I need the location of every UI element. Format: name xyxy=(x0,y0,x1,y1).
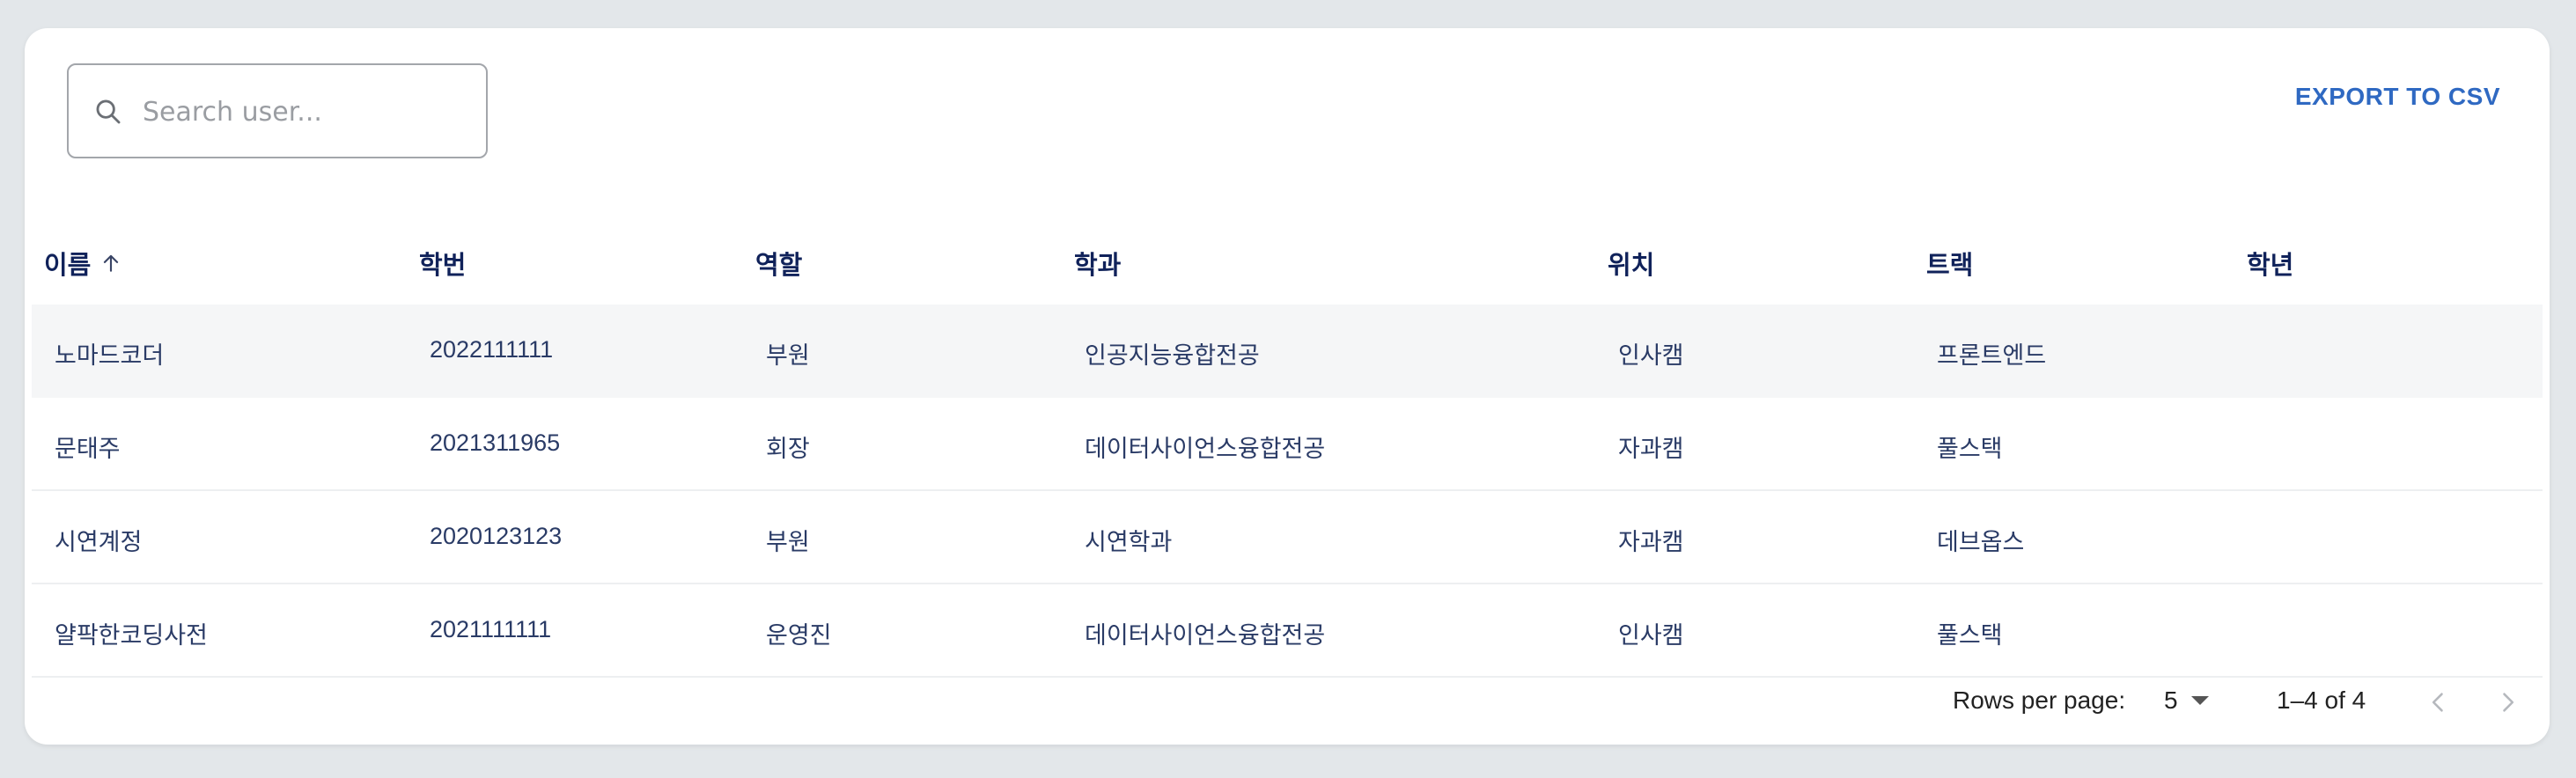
cell-name: 시연계정 xyxy=(55,529,143,556)
cell-department: 시연학과 xyxy=(1085,529,1173,556)
cell-student-id: 2022111111 xyxy=(430,336,554,363)
cell-name: 얄팍한코딩사전 xyxy=(55,622,208,650)
column-label: 위치 xyxy=(1608,250,1655,280)
column-header-grade[interactable]: 학년 xyxy=(2247,245,2293,282)
cell-location: 자과캠 xyxy=(1618,529,1684,556)
pagination-range: 1–4 of 4 xyxy=(2277,686,2366,714)
sort-ascending-icon[interactable] xyxy=(99,252,122,275)
cell-department: 인공지능융합전공 xyxy=(1085,342,1260,370)
pagination-bar: Rows per page: 5 1–4 of 4 xyxy=(25,678,2550,730)
rows-per-page-label: Rows per page: xyxy=(1953,686,2126,714)
rows-per-page-value: 5 xyxy=(2164,686,2178,714)
table-row[interactable]: 문태주 2021311965 회장 데이터사이언스융합전공 자과캠 풀스택 xyxy=(32,398,2543,491)
column-label: 역할 xyxy=(755,250,803,280)
column-header-name[interactable]: 이름 xyxy=(44,245,122,282)
cell-location: 자과캠 xyxy=(1618,436,1684,463)
users-table: 이름 학번 역할 학과 위치 트랙 학년 노마드코더 2022111111 부원… xyxy=(25,213,2550,678)
column-header-role[interactable]: 역할 xyxy=(755,245,802,282)
cell-department: 데이터사이언스융합전공 xyxy=(1085,436,1326,463)
table-header: 이름 학번 역할 학과 위치 트랙 학년 xyxy=(25,213,2550,305)
cell-name: 문태주 xyxy=(55,436,121,463)
search-box[interactable] xyxy=(67,63,488,158)
cell-student-id: 2020123123 xyxy=(430,523,563,549)
cell-track: 프론트엔드 xyxy=(1937,342,2047,370)
rows-per-page-select[interactable]: 5 xyxy=(2164,681,2210,720)
cell-location: 인사캠 xyxy=(1618,342,1684,370)
column-header-student-id[interactable]: 학번 xyxy=(419,245,466,282)
caret-down-icon xyxy=(2190,696,2209,705)
next-page-button[interactable] xyxy=(2490,685,2525,720)
cell-name: 노마드코더 xyxy=(55,342,165,370)
cell-role: 부원 xyxy=(766,529,810,556)
cell-role: 운영진 xyxy=(766,622,832,650)
table-row[interactable]: 얄팍한코딩사전 2021111111 운영진 데이터사이언스융합전공 인사캠 풀… xyxy=(32,584,2543,678)
column-label: 학년 xyxy=(2247,250,2294,280)
cell-track: 데브옵스 xyxy=(1937,529,2025,556)
cell-role: 부원 xyxy=(766,342,810,370)
cell-student-id: 2021111111 xyxy=(430,616,552,642)
users-table-card: EXPORT TO CSV 이름 학번 역할 학과 위치 xyxy=(25,28,2550,745)
cell-department: 데이터사이언스융합전공 xyxy=(1085,622,1326,650)
search-icon xyxy=(96,99,121,124)
cell-role: 회장 xyxy=(766,436,810,463)
chevron-right-icon xyxy=(2503,693,2514,712)
column-label: 트랙 xyxy=(1926,250,1974,280)
column-header-location[interactable]: 위치 xyxy=(1608,245,1654,282)
column-header-track[interactable]: 트랙 xyxy=(1926,245,1973,282)
column-header-department[interactable]: 학과 xyxy=(1074,245,1121,282)
table-row[interactable]: 시연계정 2020123123 부원 시연학과 자과캠 데브옵스 xyxy=(32,491,2543,584)
column-label: 학번 xyxy=(419,250,467,280)
cell-track: 풀스택 xyxy=(1937,622,2003,650)
search-input[interactable] xyxy=(141,83,470,141)
chevron-left-icon xyxy=(2432,693,2443,712)
previous-page-button[interactable] xyxy=(2421,685,2456,720)
table-row[interactable]: 노마드코더 2022111111 부원 인공지능융합전공 인사캠 프론트엔드 xyxy=(32,305,2543,398)
column-label: 학과 xyxy=(1074,250,1122,280)
column-label: 이름 xyxy=(44,250,92,280)
cell-track: 풀스택 xyxy=(1937,436,2003,463)
cell-student-id: 2021311965 xyxy=(430,429,561,456)
cell-location: 인사캠 xyxy=(1618,622,1684,650)
export-to-csv-button[interactable]: EXPORT TO CSV xyxy=(2295,77,2500,116)
